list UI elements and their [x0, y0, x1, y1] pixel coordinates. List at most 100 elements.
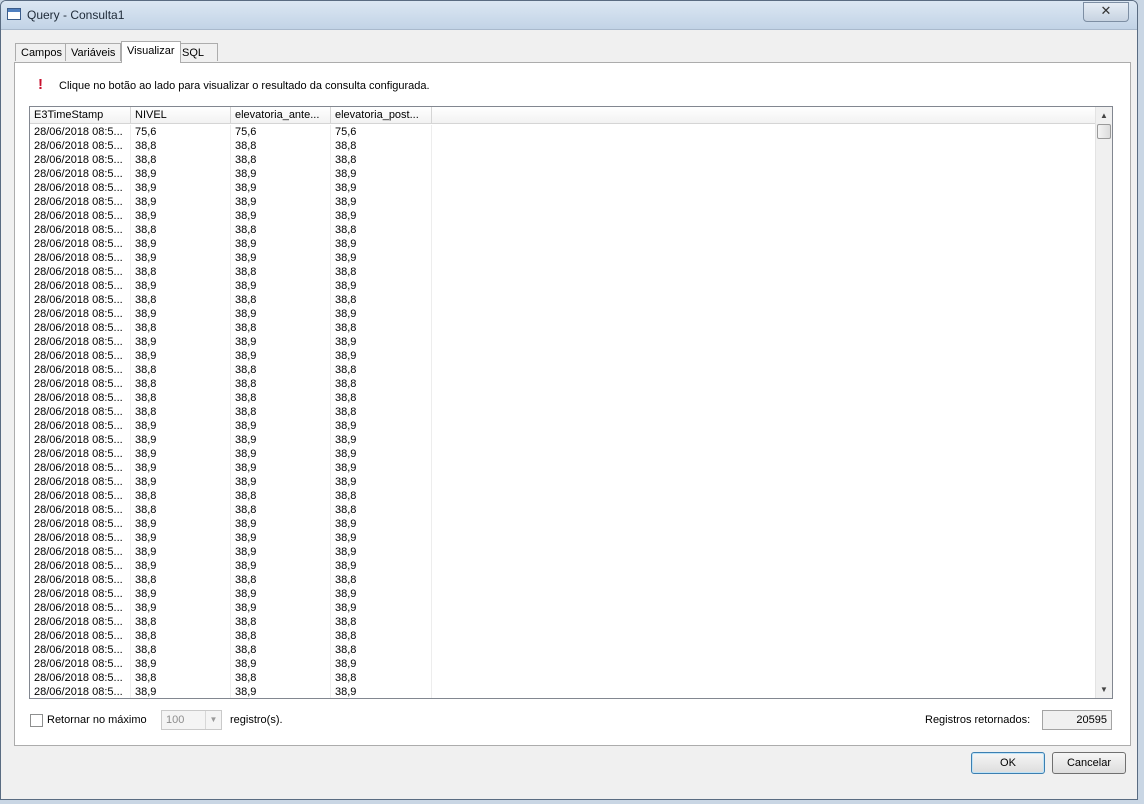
tab-visualizar[interactable]: Visualizar — [121, 41, 181, 63]
column-header-e3timestamp[interactable]: E3TimeStamp — [30, 107, 131, 123]
table-row[interactable]: 28/06/2018 08:5... 38,9 38,9 38,9 — [30, 167, 1096, 181]
table-row[interactable]: 28/06/2018 08:5... 38,9 38,9 38,9 — [30, 475, 1096, 489]
table-row[interactable]: 28/06/2018 08:5... 38,9 38,9 38,9 — [30, 307, 1096, 321]
table-cell: 38,9 — [331, 433, 432, 447]
table-cell: 28/06/2018 08:5... — [30, 531, 131, 545]
table-row[interactable]: 28/06/2018 08:5... 38,8 38,8 38,8 — [30, 573, 1096, 587]
table-cell: 75,6 — [231, 125, 331, 139]
table-row[interactable]: 28/06/2018 08:5... 38,8 38,8 38,8 — [30, 293, 1096, 307]
table-row[interactable]: 28/06/2018 08:5... 38,9 38,9 38,9 — [30, 209, 1096, 223]
table-row[interactable]: 28/06/2018 08:5... 38,9 38,9 38,9 — [30, 545, 1096, 559]
table-cell: 38,8 — [131, 265, 231, 279]
table-cell: 38,9 — [331, 531, 432, 545]
table-cell: 38,8 — [231, 377, 331, 391]
table-row[interactable]: 28/06/2018 08:5... 75,6 75,6 75,6 — [30, 125, 1096, 139]
table-cell: 38,8 — [331, 321, 432, 335]
table-cell: 38,9 — [331, 335, 432, 349]
table-row[interactable]: 28/06/2018 08:5... 38,8 38,8 38,8 — [30, 671, 1096, 685]
table-cell: 38,9 — [131, 517, 231, 531]
table-cell: 38,8 — [131, 615, 231, 629]
table-row[interactable]: 28/06/2018 08:5... 38,9 38,9 38,9 — [30, 601, 1096, 615]
table-row[interactable]: 28/06/2018 08:5... 38,9 38,9 38,9 — [30, 335, 1096, 349]
vertical-scrollbar[interactable]: ▲ ▼ — [1095, 107, 1112, 698]
table-row[interactable]: 28/06/2018 08:5... 38,9 38,9 38,9 — [30, 195, 1096, 209]
scroll-down-icon[interactable]: ▼ — [1096, 681, 1112, 698]
table-row[interactable]: 28/06/2018 08:5... 38,9 38,9 38,9 — [30, 419, 1096, 433]
returned-count-label: Registros retornados: — [925, 714, 1031, 726]
table-row[interactable]: 28/06/2018 08:5... 38,9 38,9 38,9 — [30, 685, 1096, 698]
table-row[interactable]: 28/06/2018 08:5... 38,8 38,8 38,8 — [30, 489, 1096, 503]
return-max-label[interactable]: Retornar no máximo — [47, 714, 147, 726]
table-row[interactable]: 28/06/2018 08:5... 38,8 38,8 38,8 — [30, 377, 1096, 391]
table-cell: 38,8 — [231, 139, 331, 153]
column-header-elevatoria-ante[interactable]: elevatoria_ante... — [231, 107, 331, 123]
table-row[interactable]: 28/06/2018 08:5... 38,9 38,9 38,9 — [30, 517, 1096, 531]
table-row[interactable]: 28/06/2018 08:5... 38,8 38,8 38,8 — [30, 153, 1096, 167]
table-cell: 28/06/2018 08:5... — [30, 335, 131, 349]
table-row[interactable]: 28/06/2018 08:5... 38,9 38,9 38,9 — [30, 531, 1096, 545]
table-row[interactable]: 28/06/2018 08:5... 38,9 38,9 38,9 — [30, 181, 1096, 195]
table-row[interactable]: 28/06/2018 08:5... 38,8 38,8 38,8 — [30, 643, 1096, 657]
table-row[interactable]: 28/06/2018 08:5... 38,9 38,9 38,9 — [30, 559, 1096, 573]
column-header-nivel[interactable]: NIVEL — [131, 107, 231, 123]
ok-button[interactable]: OK — [971, 752, 1045, 774]
return-max-checkbox[interactable] — [30, 714, 43, 727]
table-row[interactable]: 28/06/2018 08:5... 38,9 38,9 38,9 — [30, 237, 1096, 251]
table-row[interactable]: 28/06/2018 08:5... 38,8 38,8 38,8 — [30, 363, 1096, 377]
table-cell: 38,8 — [131, 377, 231, 391]
table-cell: 38,8 — [131, 391, 231, 405]
table-row[interactable]: 28/06/2018 08:5... 38,8 38,8 38,8 — [30, 629, 1096, 643]
table-row[interactable]: 28/06/2018 08:5... 38,9 38,9 38,9 — [30, 461, 1096, 475]
table-row[interactable]: 28/06/2018 08:5... 38,8 38,8 38,8 — [30, 321, 1096, 335]
table-row[interactable]: 28/06/2018 08:5... 38,8 38,8 38,8 — [30, 405, 1096, 419]
title-bar[interactable]: Query - Consulta1 ✕ — [1, 1, 1137, 30]
table-row[interactable]: 28/06/2018 08:5... 38,8 38,8 38,8 — [30, 265, 1096, 279]
tab-campos[interactable]: Campos — [15, 43, 68, 61]
results-grid[interactable]: E3TimeStamp NIVEL elevatoria_ante... ele… — [29, 106, 1113, 699]
table-cell: 28/06/2018 08:5... — [30, 587, 131, 601]
table-cell: 38,8 — [231, 405, 331, 419]
table-cell: 38,9 — [331, 349, 432, 363]
table-cell: 38,9 — [131, 461, 231, 475]
table-cell: 38,8 — [231, 223, 331, 237]
table-row[interactable]: 28/06/2018 08:5... 38,9 38,9 38,9 — [30, 657, 1096, 671]
table-row[interactable]: 28/06/2018 08:5... 38,9 38,9 38,9 — [30, 447, 1096, 461]
table-cell: 38,9 — [231, 685, 331, 698]
table-row[interactable]: 28/06/2018 08:5... 38,9 38,9 38,9 — [30, 251, 1096, 265]
table-cell: 38,8 — [231, 265, 331, 279]
table-row[interactable]: 28/06/2018 08:5... 38,8 38,8 38,8 — [30, 139, 1096, 153]
table-row[interactable]: 28/06/2018 08:5... 38,8 38,8 38,8 — [30, 391, 1096, 405]
table-cell: 28/06/2018 08:5... — [30, 251, 131, 265]
table-row[interactable]: 28/06/2018 08:5... 38,9 38,9 38,9 — [30, 279, 1096, 293]
table-cell: 28/06/2018 08:5... — [30, 307, 131, 321]
chevron-down-icon[interactable]: ▼ — [205, 711, 221, 729]
table-row[interactable]: 28/06/2018 08:5... 38,8 38,8 38,8 — [30, 503, 1096, 517]
cancel-button[interactable]: Cancelar — [1052, 752, 1126, 774]
scroll-thumb[interactable] — [1097, 124, 1111, 139]
column-header-elevatoria-post[interactable]: elevatoria_post... — [331, 107, 432, 123]
table-cell: 38,8 — [331, 503, 432, 517]
table-cell: 28/06/2018 08:5... — [30, 601, 131, 615]
table-cell: 38,8 — [131, 321, 231, 335]
table-cell: 38,8 — [131, 363, 231, 377]
max-records-select[interactable]: 100 ▼ — [161, 710, 222, 730]
table-cell: 38,8 — [231, 503, 331, 517]
table-cell: 28/06/2018 08:5... — [30, 363, 131, 377]
table-row[interactable]: 28/06/2018 08:5... 38,9 38,9 38,9 — [30, 349, 1096, 363]
table-cell: 28/06/2018 08:5... — [30, 391, 131, 405]
table-row[interactable]: 28/06/2018 08:5... 38,9 38,9 38,9 — [30, 587, 1096, 601]
tab-sql[interactable]: SQL — [176, 43, 218, 61]
table-row[interactable]: 28/06/2018 08:5... 38,9 38,9 38,9 — [30, 433, 1096, 447]
table-cell: 38,8 — [331, 391, 432, 405]
table-row[interactable]: 28/06/2018 08:5... 38,8 38,8 38,8 — [30, 223, 1096, 237]
table-cell: 28/06/2018 08:5... — [30, 195, 131, 209]
table-cell: 38,8 — [131, 153, 231, 167]
table-cell: 38,9 — [231, 545, 331, 559]
scroll-up-icon[interactable]: ▲ — [1096, 107, 1112, 124]
table-cell: 38,9 — [231, 587, 331, 601]
table-cell: 38,9 — [331, 237, 432, 251]
tab-variaveis[interactable]: Variáveis — [65, 43, 122, 61]
table-row[interactable]: 28/06/2018 08:5... 38,8 38,8 38,8 — [30, 615, 1096, 629]
close-button[interactable]: ✕ — [1083, 2, 1129, 22]
table-cell: 28/06/2018 08:5... — [30, 125, 131, 139]
